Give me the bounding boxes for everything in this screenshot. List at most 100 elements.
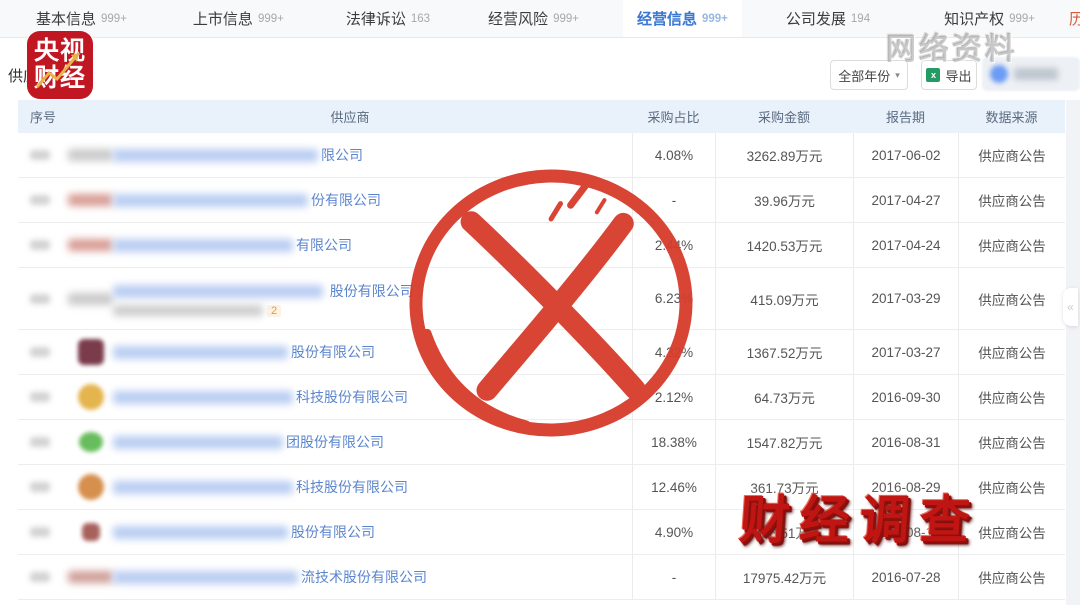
tab-business-info-active[interactable]: 经营信息 999+ bbox=[623, 0, 742, 37]
tab-listing-info[interactable]: 上市信息 999+ bbox=[179, 0, 298, 37]
tab-count: 999+ bbox=[258, 13, 284, 25]
row-index-blurred bbox=[30, 347, 50, 357]
report-period: 2017-03-27 bbox=[853, 330, 958, 374]
blurred-button-text bbox=[1014, 68, 1058, 80]
cctv-finance-logo: 央视 财经 bbox=[27, 31, 93, 99]
data-source: 供应商公告 bbox=[958, 465, 1065, 509]
table-row: 科技股份有限公司 2.12% 64.73万元 2016-09-30 供应商公告 bbox=[18, 375, 1065, 420]
supplier-logo bbox=[78, 474, 104, 500]
data-source: 供应商公告 bbox=[958, 555, 1065, 599]
tab-label: 经营风险 bbox=[488, 8, 548, 29]
data-source: 供应商公告 bbox=[958, 510, 1065, 554]
data-source: 供应商公告 bbox=[958, 375, 1065, 419]
supplier-logo bbox=[79, 432, 103, 452]
data-source: 供应商公告 bbox=[958, 133, 1065, 177]
tab-count: 999+ bbox=[553, 13, 579, 25]
collapse-panel-icon[interactable]: « bbox=[1063, 288, 1078, 326]
purchase-ratio: - bbox=[632, 555, 715, 599]
row-index-blurred bbox=[30, 437, 50, 447]
supplier-link[interactable]: 股份有限公司 bbox=[291, 522, 375, 542]
supplier-name-blurred bbox=[113, 391, 293, 404]
tab-count: 163 bbox=[411, 13, 430, 25]
table-row: 团股份有限公司 18.38% 1547.82万元 2016-08-31 供应商公… bbox=[18, 420, 1065, 465]
table-row: 份有限公司 - 39.96万元 2017-04-27 供应商公告 bbox=[18, 178, 1065, 223]
blurred-avatar-icon bbox=[990, 65, 1008, 83]
supplier-name-blurred bbox=[113, 436, 283, 449]
export-button[interactable]: x 导出 bbox=[921, 60, 977, 90]
tab-count: 999+ bbox=[702, 13, 728, 25]
supplier-link[interactable]: 限公司 bbox=[321, 145, 363, 165]
supplier-link[interactable]: 流技术股份有限公司 bbox=[301, 567, 427, 587]
supplier-logo bbox=[82, 523, 100, 541]
supplier-name-blurred bbox=[113, 194, 308, 207]
blurred-action-button[interactable] bbox=[982, 57, 1080, 91]
tab-history-info[interactable]: VIP 历史信息 999+ ? bbox=[1055, 0, 1080, 37]
tab-intellectual-property[interactable]: 知识产权 999+ bbox=[930, 0, 1049, 37]
col-header-source: 数据来源 bbox=[958, 107, 1065, 126]
supplier-link[interactable]: 有限公司 bbox=[296, 235, 352, 255]
tab-legal-litigation[interactable]: 法律诉讼 163 bbox=[332, 0, 444, 37]
table-header-row: 序号 供应商 采购占比 采购金额 报告期 数据来源 bbox=[18, 100, 1065, 133]
supplier-link[interactable]: 团股份有限公司 bbox=[286, 432, 384, 452]
row-index-blurred bbox=[30, 150, 50, 160]
excel-icon: x bbox=[926, 68, 940, 82]
supplier-tag-blurred bbox=[68, 571, 113, 583]
report-period: 2017-03-29 bbox=[853, 268, 958, 329]
page: 基本信息 999+ 上市信息 999+ 法律诉讼 163 经营风险 999+ 经… bbox=[0, 0, 1080, 605]
supplier-link[interactable]: 股份有限公司 bbox=[291, 342, 375, 362]
row-index-blurred bbox=[30, 294, 50, 304]
purchase-ratio: 2.12% bbox=[632, 375, 715, 419]
trend-arrow-icon bbox=[27, 31, 93, 99]
supplier-name-blurred bbox=[113, 239, 293, 252]
supplier-name-blurred bbox=[113, 526, 288, 539]
supplier-table: 序号 供应商 采购占比 采购金额 报告期 数据来源 限公司 4.08% 3262… bbox=[18, 100, 1065, 600]
supplier-name-blurred bbox=[113, 149, 318, 162]
table-row: 股份有限公司 4.32% 1367.52万元 2017-03-27 供应商公告 bbox=[18, 330, 1065, 375]
tab-label: 基本信息 bbox=[36, 8, 96, 29]
supplier-tag-blurred bbox=[68, 194, 113, 206]
data-source: 供应商公告 bbox=[958, 268, 1065, 329]
tab-company-development[interactable]: 公司发展 194 bbox=[772, 0, 884, 37]
supplier-link[interactable]: 份有限公司 bbox=[311, 190, 381, 210]
report-period: 2016-08-10 bbox=[853, 510, 958, 554]
supplier-link[interactable]: 科技股份有限公司 bbox=[296, 387, 408, 407]
export-label: 导出 bbox=[945, 66, 971, 85]
data-source: 供应商公告 bbox=[958, 420, 1065, 464]
supplier-logo bbox=[78, 339, 104, 365]
purchase-ratio: 2.44% bbox=[632, 223, 715, 267]
tab-business-risk[interactable]: 经营风险 999+ bbox=[474, 0, 593, 37]
supplier-name-blurred bbox=[113, 481, 293, 494]
tab-label: 知识产权 bbox=[944, 8, 1004, 29]
table-row: 股份有限公司 4.90% 4036.51万元 2016-08-10 供应商公告 bbox=[18, 510, 1065, 555]
report-period: 2016-07-28 bbox=[853, 555, 958, 599]
tab-count: 999+ bbox=[101, 13, 127, 25]
page-gutter bbox=[1066, 100, 1080, 605]
report-period: 2017-06-02 bbox=[853, 133, 958, 177]
report-period: 2017-04-24 bbox=[853, 223, 958, 267]
supplier-name-blurred bbox=[113, 346, 288, 359]
table-row: 科技股份有限公司 12.46% 361.73万元 2016-08-29 供应商公… bbox=[18, 465, 1065, 510]
supplier-link[interactable]: 科技股份有限公司 bbox=[296, 477, 408, 497]
supplier-tag-blurred bbox=[68, 239, 113, 251]
supplier-tag-blurred bbox=[68, 149, 113, 161]
row-index-blurred bbox=[30, 392, 50, 402]
row-index-blurred bbox=[30, 482, 50, 492]
purchase-amount: 1547.82万元 bbox=[715, 420, 853, 464]
tab-label: 公司发展 bbox=[786, 8, 846, 29]
row-index-blurred bbox=[30, 195, 50, 205]
chevron-down-icon: ▾ bbox=[895, 70, 900, 81]
table-row: 限公司 4.08% 3262.89万元 2017-06-02 供应商公告 bbox=[18, 133, 1065, 178]
col-header-index: 序号 bbox=[18, 107, 68, 126]
table-row: 股份有限公司 2 6.23% 415.09万元 2017-03-29 供应商公告 bbox=[18, 268, 1065, 330]
supplier-name-blurred bbox=[113, 571, 298, 584]
tab-label: 法律诉讼 bbox=[346, 8, 406, 29]
supplier-link[interactable]: 股份有限公司 bbox=[330, 283, 414, 299]
purchase-amount: 64.73万元 bbox=[715, 375, 853, 419]
row-index-blurred bbox=[30, 572, 50, 582]
purchase-amount: 1367.52万元 bbox=[715, 330, 853, 374]
data-source: 供应商公告 bbox=[958, 178, 1065, 222]
purchase-amount: 4036.51万元 bbox=[715, 510, 853, 554]
year-filter-dropdown[interactable]: 全部年份 ▾ bbox=[830, 60, 908, 90]
purchase-amount: 39.96万元 bbox=[715, 178, 853, 222]
tab-label: 经营信息 bbox=[637, 8, 697, 29]
